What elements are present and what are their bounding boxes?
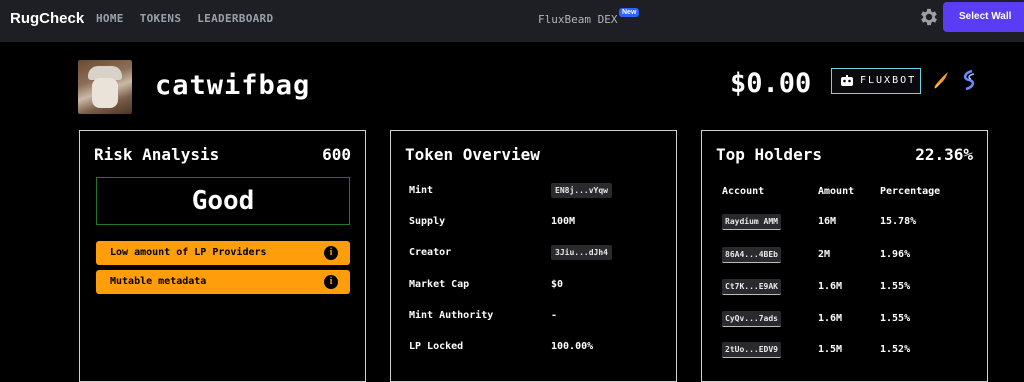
table-row: 86A4...4BEb 2M 1.96%	[722, 247, 972, 267]
mint-address-chip[interactable]: EN8j...vYqw	[551, 183, 612, 198]
holder-account-chip[interactable]: Raydium AMM	[722, 214, 781, 230]
mint-label: Mint	[409, 185, 434, 196]
info-icon[interactable]: i	[324, 275, 338, 289]
table-row: Ct7K...E9AK 1.6M 1.55%	[722, 279, 972, 299]
overview-row-lp-locked: LP Locked 100.00%	[409, 339, 659, 359]
table-row: 2tUo...EDV9 1.5M 1.52%	[722, 342, 972, 362]
fluxbot-label: FLUXBOT	[860, 75, 917, 86]
robot-icon	[841, 75, 853, 86]
holder-percentage: 15.78%	[880, 216, 917, 227]
risk-item[interactable]: Mutable metadata i	[96, 270, 350, 294]
mint-authority-value: -	[551, 310, 558, 321]
risk-title: Risk Analysis	[94, 145, 220, 164]
fluxbeam-dex-link[interactable]: FluxBeam DEX	[538, 13, 617, 26]
risk-item[interactable]: Low amount of LP Providers i	[96, 241, 350, 265]
lp-locked-value: 100.00%	[551, 341, 594, 352]
token-avatar	[78, 60, 132, 114]
overview-row-market-cap: Market Cap $0	[409, 277, 659, 297]
holder-percentage: 1.96%	[880, 249, 911, 260]
holders-title: Top Holders	[716, 145, 822, 164]
top-nav-bar: RugCheck HOME TOKENS LEADERBOARD FluxBea…	[0, 0, 1024, 42]
overview-row-mint: Mint EN8j...vYqw	[409, 183, 659, 203]
top-holders-card: Top Holders 22.36% Account Amount Percen…	[701, 130, 988, 382]
market-cap-label: Market Cap	[409, 279, 470, 290]
lp-locked-label: LP Locked	[409, 341, 464, 352]
nav-leaderboard[interactable]: LEADERBOARD	[197, 12, 273, 25]
column-header-percentage: Percentage	[880, 186, 941, 197]
gear-icon[interactable]	[918, 6, 940, 28]
info-icon[interactable]: i	[324, 246, 338, 260]
holder-account-chip[interactable]: CyQv...7ads	[722, 311, 781, 327]
table-row: CyQv...7ads 1.6M 1.55%	[722, 311, 972, 331]
fluxbot-button[interactable]: FLUXBOT	[831, 68, 921, 94]
risk-analysis-card: Risk Analysis 600 Good Low amount of LP …	[79, 130, 366, 382]
overview-row-creator: Creator 3Jiu...dJh4	[409, 245, 659, 265]
holder-amount: 1.6M	[818, 313, 843, 324]
bird-icon[interactable]	[932, 70, 950, 90]
token-name: catwifbag	[155, 70, 311, 101]
table-row: Raydium AMM 16M 15.78%	[722, 214, 972, 234]
market-cap-value: $0	[551, 279, 564, 290]
holders-total-percent: 22.36%	[915, 145, 973, 164]
risk-item-label: Low amount of LP Providers	[110, 247, 267, 258]
risk-rating: Good	[96, 177, 350, 225]
holder-percentage: 1.55%	[880, 313, 911, 324]
holder-amount: 16M	[818, 216, 837, 227]
column-header-amount: Amount	[818, 186, 855, 197]
app-logo[interactable]: RugCheck	[10, 10, 84, 27]
mint-authority-label: Mint Authority	[409, 310, 494, 321]
nav-home[interactable]: HOME	[96, 12, 124, 25]
overview-row-mint-authority: Mint Authority -	[409, 308, 659, 328]
holder-account-chip[interactable]: 2tUo...EDV9	[722, 342, 781, 358]
holder-account-chip[interactable]: 86A4...4BEb	[722, 247, 781, 263]
supply-value: 100M	[551, 216, 576, 227]
main-nav: HOME TOKENS LEADERBOARD	[96, 12, 273, 25]
holder-percentage: 1.52%	[880, 344, 911, 355]
supply-label: Supply	[409, 216, 446, 227]
overview-row-supply: Supply 100M	[409, 214, 659, 234]
holder-account-chip[interactable]: Ct7K...E9AK	[722, 279, 781, 295]
risk-score: 600	[322, 145, 351, 164]
swirl-icon[interactable]	[960, 69, 978, 91]
creator-address-chip[interactable]: 3Jiu...dJh4	[551, 245, 612, 260]
column-header-account: Account	[722, 186, 765, 197]
new-badge: New	[619, 8, 640, 17]
holder-percentage: 1.55%	[880, 281, 911, 292]
overview-title: Token Overview	[405, 145, 540, 164]
risk-item-label: Mutable metadata	[110, 276, 207, 287]
creator-label: Creator	[409, 247, 452, 258]
holder-amount: 2M	[818, 249, 831, 260]
token-price: $0.00	[730, 68, 812, 99]
holder-amount: 1.6M	[818, 281, 843, 292]
nav-tokens[interactable]: TOKENS	[140, 12, 182, 25]
select-wallet-button[interactable]: Select Wall	[943, 2, 1024, 32]
token-overview-card: Token Overview Mint EN8j...vYqw Supply 1…	[390, 130, 677, 382]
holder-amount: 1.5M	[818, 344, 843, 355]
